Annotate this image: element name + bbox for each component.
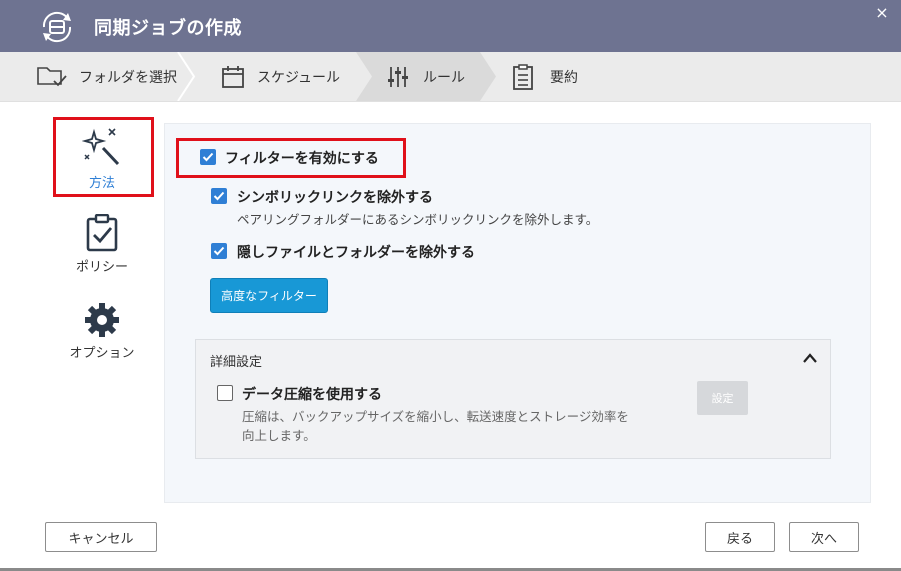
step-separator — [177, 52, 196, 101]
sidebar-item-label: ポリシー — [75, 260, 128, 275]
data-compression-label: データ圧縮を使用する — [242, 387, 382, 403]
step-label: フォルダを選択 — [79, 69, 177, 86]
next-button[interactable]: 次へ — [789, 522, 859, 552]
check-icon — [213, 191, 225, 201]
exclude-symlink-label: シンボリックリンクを除外する — [237, 190, 433, 206]
calendar-icon — [222, 65, 244, 88]
clipboard-check-icon — [86, 214, 118, 252]
check-icon — [213, 246, 225, 256]
step-select-folder[interactable]: フォルダを選択 — [37, 52, 177, 101]
data-compression-description: 圧縮は、バックアップサイズを縮小し、転送速度とストレージ効率を — [242, 409, 629, 424]
data-compression-checkbox[interactable] — [217, 385, 233, 401]
back-button[interactable]: 戻る — [705, 522, 775, 552]
sidebar-item-options[interactable]: オプション — [54, 302, 150, 361]
step-label: 要約 — [550, 69, 578, 86]
window-title: 同期ジョブの作成 — [94, 18, 242, 39]
exclude-symlink-checkbox[interactable] — [211, 188, 227, 204]
clipboard-list-icon — [513, 63, 533, 90]
step-schedule[interactable]: スケジュール — [221, 52, 340, 101]
folder-check-icon — [37, 66, 67, 86]
chevron-up-icon[interactable] — [802, 352, 818, 364]
data-compression-description-line2: 向上します。 — [242, 428, 316, 443]
wizard-steps: フォルダを選択 スケジュール ルール 要約 — [0, 52, 901, 102]
compression-settings-button[interactable]: 設定 — [697, 381, 748, 415]
advanced-filter-button[interactable]: 高度なフィルター — [210, 278, 328, 313]
step-summary[interactable]: 要約 — [512, 52, 578, 101]
enable-filter-checkbox[interactable] — [200, 149, 216, 165]
title-bar: 同期ジョブの作成 × — [0, 0, 901, 52]
sidebar-item-policy[interactable]: ポリシー — [54, 214, 150, 275]
step-label: ルール — [423, 69, 465, 86]
step-rules[interactable]: ルール — [387, 52, 465, 101]
sync-job-icon — [42, 11, 72, 43]
sliders-icon — [388, 66, 408, 87]
exclude-symlink-description: ペアリングフォルダーにあるシンボリックリンクを除外します。 — [237, 212, 599, 227]
gear-icon — [85, 303, 119, 337]
sidebar-item-label: オプション — [69, 346, 135, 361]
check-icon — [202, 152, 214, 162]
exclude-hidden-checkbox[interactable] — [211, 243, 227, 259]
advanced-settings-title: 詳細設定 — [210, 355, 263, 370]
exclude-hidden-label: 隠しファイルとフォルダーを除外する — [237, 245, 475, 261]
highlight-box-method — [53, 117, 154, 197]
enable-filter-label: フィルターを有効にする — [225, 151, 379, 167]
cancel-button[interactable]: キャンセル — [45, 522, 157, 552]
step-label: スケジュール — [257, 69, 341, 86]
close-icon[interactable]: × — [874, 5, 890, 21]
